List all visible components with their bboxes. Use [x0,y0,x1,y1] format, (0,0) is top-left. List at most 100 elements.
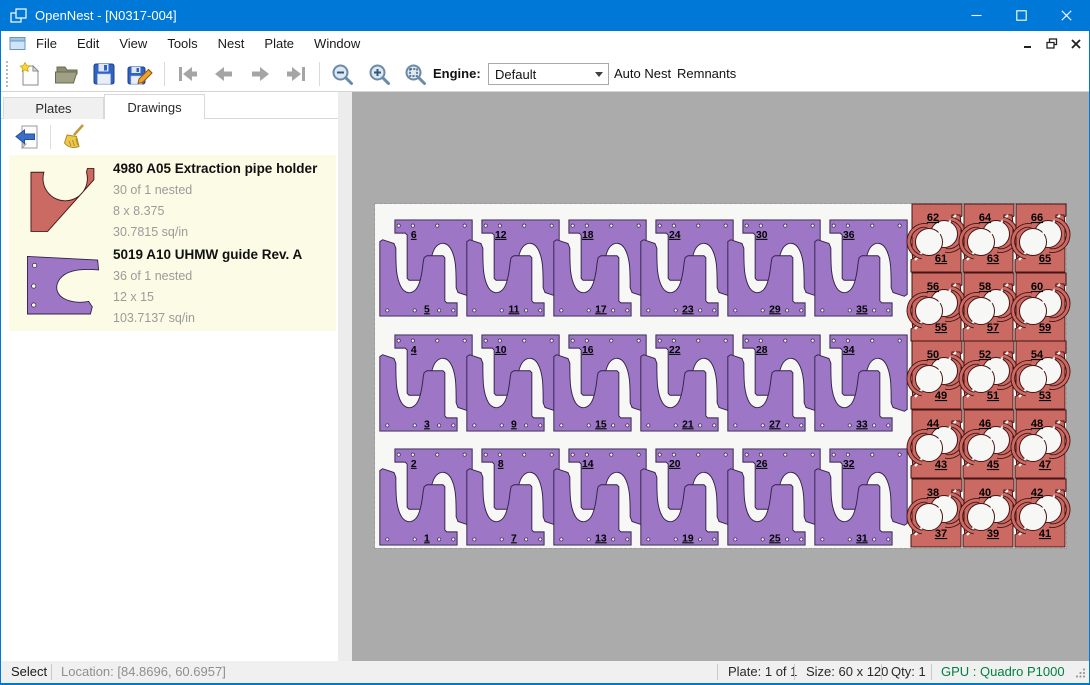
close-button[interactable] [1044,0,1089,31]
part-number-30: 30 [756,230,768,241]
menu-tools[interactable]: Tools [157,31,207,56]
nest-pair-65-66: 6665 [1013,204,1068,272]
new-file-button[interactable] [15,60,45,88]
open-file-button[interactable] [52,60,82,88]
drawing-item-5019[interactable]: 5019 A10 UHMW guide Rev. A 36 of 1 neste… [9,243,336,331]
status-plate-size: Size: 60 x 120 [806,661,888,683]
part-number-44: 44 [927,418,940,430]
nest-pair-35-36: 3635 [812,217,910,319]
status-qty: Qty: 1 [891,661,926,683]
nest-pair-43-44: 44 43 [909,410,964,478]
maximize-button[interactable] [999,0,1044,31]
part-number-43: 43 [935,459,947,471]
mdi-close-button[interactable] [1069,37,1083,51]
mdi-close-icon [1071,39,1081,49]
part-number-60: 60 [1031,281,1043,293]
part-number-1: 1 [424,533,430,544]
auto-nest-button[interactable]: Auto Nest [614,56,671,92]
zoom-in-icon [367,62,392,87]
part-number-58: 58 [979,281,991,293]
drawings-toolbar [1,119,338,155]
part-number-47: 47 [1039,459,1051,471]
save-as-button[interactable] [125,60,155,88]
part-number-15: 15 [595,419,607,430]
nest-pair-37-38: 3837 [909,479,964,547]
zoom-out-button[interactable] [327,60,357,88]
clean-button[interactable] [57,122,89,152]
part-number-46: 46 [979,418,991,430]
part-number-52: 52 [979,349,991,361]
part-number-66: 66 [1031,212,1043,224]
part-number-39: 39 [987,528,999,540]
status-separator [717,664,718,680]
menu-view[interactable]: View [109,31,157,56]
part-number-32: 32 [843,459,855,470]
nest-pair-19-20: 2019 [638,446,736,548]
nest-pair-41-42: 4241 [1013,479,1068,547]
window-title: OpenNest - [N0317-004] [35,8,954,23]
part-number-12: 12 [495,230,507,241]
content-area: Plates Drawings [1,92,1089,661]
nest-canvas[interactable]: 6512111817242330293635431091615222128273… [352,92,1090,661]
drawing-item-4980[interactable]: 4980 A05 Extraction pipe holder 30 of 1 … [9,155,336,243]
title-bar: OpenNest - [N0317-004] [1,0,1089,31]
toolbar-grip[interactable] [6,61,8,87]
part-number-55: 55 [935,322,947,334]
send-back-icon [13,123,41,151]
save-button[interactable] [89,60,119,88]
resize-grip[interactable] [1074,667,1086,679]
menu-edit[interactable]: Edit [67,31,109,56]
menu-file[interactable]: File [26,31,67,56]
plate[interactable]: 6512111817242330293635431091615222128273… [375,204,1066,548]
part-number-33: 33 [856,419,868,430]
previous-plate-icon [211,61,237,87]
status-separator [794,664,795,680]
nest-pair-33-34: 3433 [812,332,910,434]
drawing-area: 103.7137 sq/in [113,311,195,325]
save-icon [91,61,117,87]
tab-plates[interactable]: Plates [3,97,104,119]
remnants-button[interactable]: Remnants [677,56,736,92]
status-gpu: GPU : Quadro P1000 [941,661,1065,683]
next-plate-button[interactable] [245,60,275,88]
part-number-9: 9 [511,419,517,430]
status-separator [931,664,932,680]
tab-drawings[interactable]: Drawings [104,94,205,119]
part-number-3: 3 [424,419,430,430]
last-plate-button[interactable] [281,60,311,88]
part-number-50: 50 [927,349,939,361]
new-file-icon [17,61,43,88]
mdi-restore-button[interactable] [1045,37,1059,51]
previous-plate-button[interactable] [209,60,239,88]
menu-plate[interactable]: Plate [254,31,304,56]
nest-pair-9-10: 10 9 [464,332,562,434]
next-plate-icon [247,61,273,87]
close-icon [1061,10,1072,21]
nest-pair-27-28: 2827 [725,332,823,434]
mdi-minimize-button[interactable] [1021,37,1035,51]
menu-window[interactable]: Window [304,31,370,56]
part-number-63: 63 [987,253,999,265]
zoom-fit-button[interactable] [400,60,430,88]
app-icon [10,8,27,24]
send-back-button[interactable] [11,122,43,152]
panel-splitter[interactable] [338,92,352,661]
part-number-28: 28 [756,345,768,356]
engine-select[interactable]: Default [488,63,609,85]
first-plate-button[interactable] [173,60,203,88]
mdi-document-icon[interactable] [9,36,26,51]
first-plate-icon [175,61,201,87]
part-number-53: 53 [1039,390,1051,402]
status-location: Location: [84.8696, 60.6957] [61,661,226,683]
zoom-in-button[interactable] [364,60,394,88]
maximize-icon [1016,10,1027,21]
nest-pair-21-22: 2221 [638,332,736,434]
drawing-area: 30.7815 sq/in [113,225,188,239]
part-number-10: 10 [495,345,507,356]
part-number-48: 48 [1031,418,1043,430]
part-number-57: 57 [987,322,999,334]
menu-nest[interactable]: Nest [208,31,255,56]
part-number-31: 31 [856,533,868,544]
main-toolbar: Engine: Default Auto Nest Remnants [1,56,1089,92]
minimize-button[interactable] [954,0,999,31]
